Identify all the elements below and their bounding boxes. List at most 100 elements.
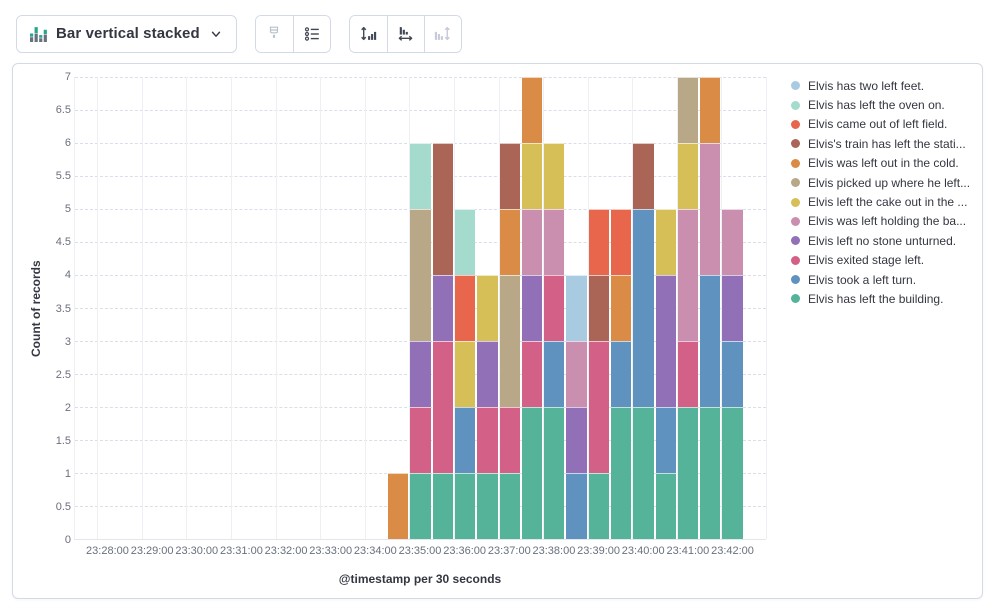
legend-item[interactable]: Elvis came out of left field. [791,115,983,134]
bar-segment[interactable] [656,209,676,275]
bar-segment[interactable] [455,275,475,341]
bar-segment[interactable] [722,209,742,275]
bar-segment[interactable] [522,341,542,407]
bar-segment[interactable] [611,407,631,539]
bottom-axis-button[interactable] [387,16,424,52]
bar-segment[interactable] [500,275,520,407]
bar-segment[interactable] [455,209,475,275]
bar-segment[interactable] [678,77,698,143]
y-tick-label: 5 [65,203,71,215]
legend-label: Elvis has two left feet. [808,79,924,93]
bar-segment[interactable] [433,341,453,473]
bar-segment[interactable] [455,341,475,407]
x-tick-label: 23:36:00 [443,545,486,557]
bar-segment[interactable] [678,407,698,539]
v-gridline [320,77,321,539]
legend-item[interactable]: Elvis has two left feet. [791,76,983,95]
bar-segment[interactable] [656,473,676,539]
bar-segment[interactable] [589,341,609,473]
bar-segment[interactable] [722,341,742,407]
bar-segment[interactable] [633,143,653,209]
bar-segment[interactable] [544,341,564,407]
y-tick-label: 1.5 [56,435,71,447]
bar-segment[interactable] [522,143,542,209]
bar-segment[interactable] [566,341,586,407]
bar-segment[interactable] [477,341,497,407]
bar-segment[interactable] [678,143,698,209]
legend-label: Elvis left the cake out in the ... [808,195,967,209]
legend-button[interactable] [293,16,330,52]
bar-segment[interactable] [544,209,564,275]
bar-segment[interactable] [589,275,609,341]
bar-segment[interactable] [522,209,542,275]
bar-segment[interactable] [388,473,408,539]
bar-segment[interactable] [722,275,742,341]
bar-segment[interactable] [633,209,653,407]
bar-segment[interactable] [678,209,698,341]
bar-segment[interactable] [722,407,742,539]
x-tick-label: 23:28:00 [86,545,129,557]
legend-item[interactable]: Elvis has left the building. [791,289,983,308]
bar-segment[interactable] [410,209,430,341]
bar-segment[interactable] [522,275,542,341]
y-tick-label: 5.5 [56,170,71,182]
bar-segment[interactable] [477,275,497,341]
bar-segment[interactable] [544,275,564,341]
x-tick-label: 23:32:00 [265,545,308,557]
bar-segment[interactable] [455,473,475,539]
bar-segment[interactable] [566,473,586,539]
legend-item[interactable]: Elvis's train has left the stati... [791,134,983,153]
visual-options-button[interactable] [256,16,293,52]
bar-segment[interactable] [633,407,653,539]
bar-segment[interactable] [410,143,430,209]
bar-segment[interactable] [678,341,698,407]
bar-segment[interactable] [656,407,676,473]
bar-segment[interactable] [410,473,430,539]
legend-item[interactable]: Elvis picked up where he left... [791,173,983,192]
bar-segment[interactable] [700,407,720,539]
bar-segment[interactable] [522,77,542,143]
bar-segment[interactable] [433,275,453,341]
legend-item[interactable]: Elvis was left holding the ba... [791,212,983,231]
bar-segment[interactable] [500,407,520,473]
bar-segment[interactable] [611,341,631,407]
bar-segment[interactable] [500,143,520,209]
bar-segment[interactable] [500,473,520,539]
y-tick-label: 0 [65,534,71,546]
bar-segment[interactable] [522,407,542,539]
bar-segment[interactable] [544,143,564,209]
v-gridline [365,77,366,539]
bar-segment[interactable] [433,473,453,539]
bar-segment[interactable] [544,407,564,539]
y-tick-label: 1 [65,468,71,480]
display-options-group [255,15,331,53]
right-axis-button[interactable] [424,16,461,52]
legend-item[interactable]: Elvis was left out in the cold. [791,154,983,173]
legend-item[interactable]: Elvis exited stage left. [791,251,983,270]
bar-segment[interactable] [700,77,720,143]
bar-segment[interactable] [656,275,676,407]
bar-segment[interactable] [455,407,475,473]
bar-segment[interactable] [589,473,609,539]
legend-item[interactable]: Elvis has left the oven on. [791,95,983,114]
bar-segment[interactable] [611,275,631,341]
legend-swatch-icon [791,81,800,90]
x-axis-tick-labels: 23:28:0023:29:0023:30:0023:31:0023:32:00… [74,545,766,559]
bar-segment[interactable] [700,275,720,407]
bar-segment[interactable] [566,275,586,341]
legend-item[interactable]: Elvis left no stone unturned. [791,231,983,250]
bar-segment[interactable] [410,407,430,473]
bar-segment[interactable] [410,341,430,407]
left-axis-button[interactable] [350,16,387,52]
bar-segment[interactable] [433,143,453,275]
legend-item[interactable]: Elvis left the cake out in the ... [791,192,983,211]
chart-type-dropdown[interactable]: Bar vertical stacked [16,15,237,53]
bar-segment[interactable] [700,143,720,275]
bar-segment[interactable] [477,407,497,473]
legend-item[interactable]: Elvis took a left turn. [791,270,983,289]
bar-segment[interactable] [566,407,586,473]
bar-segment[interactable] [500,209,520,275]
bar-segment[interactable] [477,473,497,539]
bar-segment[interactable] [589,209,609,275]
bar-segment[interactable] [611,209,631,275]
